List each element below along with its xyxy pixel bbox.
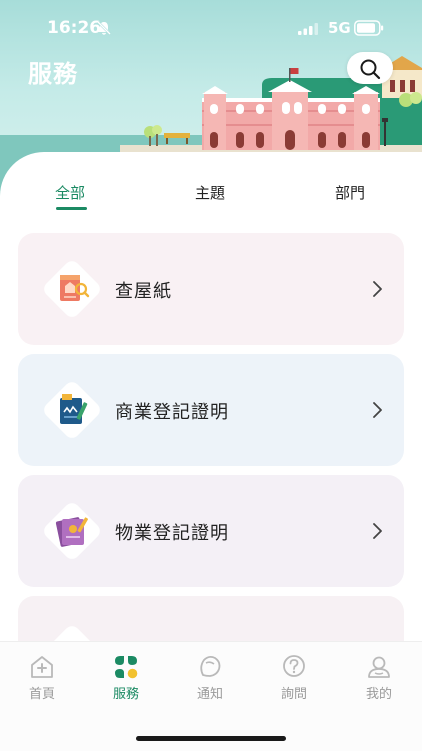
battery-icon — [354, 20, 384, 36]
status-time: 16:26 — [47, 18, 102, 38]
status-bar: 16:26 5G — [0, 0, 422, 58]
service-label: 商業登記證明 — [115, 402, 229, 423]
business-registration-icon — [44, 382, 100, 438]
tab-departments[interactable]: 部門 — [335, 182, 365, 203]
tabbar-label: 首頁 — [28, 687, 55, 702]
network-type: 5G — [328, 19, 351, 37]
service-label: 查屋紙 — [115, 281, 172, 302]
property-registration-icon — [44, 503, 100, 559]
tabbar-label: 通知 — [196, 687, 223, 702]
signal-icon — [298, 23, 318, 35]
tabbar-item-profile[interactable]: 我的 — [349, 652, 409, 712]
tabbar-item-home[interactable]: 首頁 — [12, 652, 72, 712]
notification-icon — [200, 655, 221, 677]
tab-all[interactable]: 全部 — [55, 182, 85, 203]
tabbar-label: 我的 — [365, 687, 392, 702]
bottom-tab-bar: 首頁 服務 通知 詢問 我的 — [0, 641, 422, 751]
services-icon — [115, 656, 138, 679]
category-tabs: 全部 主題 部門 — [0, 176, 422, 216]
service-label: 物業登記證明 — [115, 523, 229, 544]
service-card-house-document[interactable]: 查屋紙 — [18, 233, 404, 345]
tab-topics[interactable]: 主題 — [195, 182, 225, 203]
tabbar-label: 詢問 — [280, 687, 307, 702]
profile-icon — [368, 656, 390, 678]
service-card-business-registration[interactable]: 商業登記證明 — [18, 354, 404, 466]
chevron-right-icon — [373, 402, 382, 418]
help-icon — [283, 655, 305, 677]
page-title: 服務 — [28, 60, 78, 88]
home-icon — [31, 656, 53, 678]
search-icon — [360, 59, 381, 80]
active-tab-indicator — [56, 207, 87, 210]
house-document-icon — [44, 261, 100, 317]
bell-muted-icon — [97, 21, 111, 35]
tabbar-item-notifications[interactable]: 通知 — [180, 652, 240, 712]
chevron-right-icon — [373, 523, 382, 539]
tabbar-label: 服務 — [112, 687, 139, 702]
search-button[interactable] — [347, 52, 393, 84]
home-indicator[interactable] — [136, 736, 286, 741]
service-card-property-registration[interactable]: 物業登記證明 — [18, 475, 404, 587]
tabbar-item-services[interactable]: 服務 — [96, 652, 156, 712]
tabbar-item-help[interactable]: 詢問 — [264, 652, 324, 712]
chevron-right-icon — [373, 281, 382, 297]
